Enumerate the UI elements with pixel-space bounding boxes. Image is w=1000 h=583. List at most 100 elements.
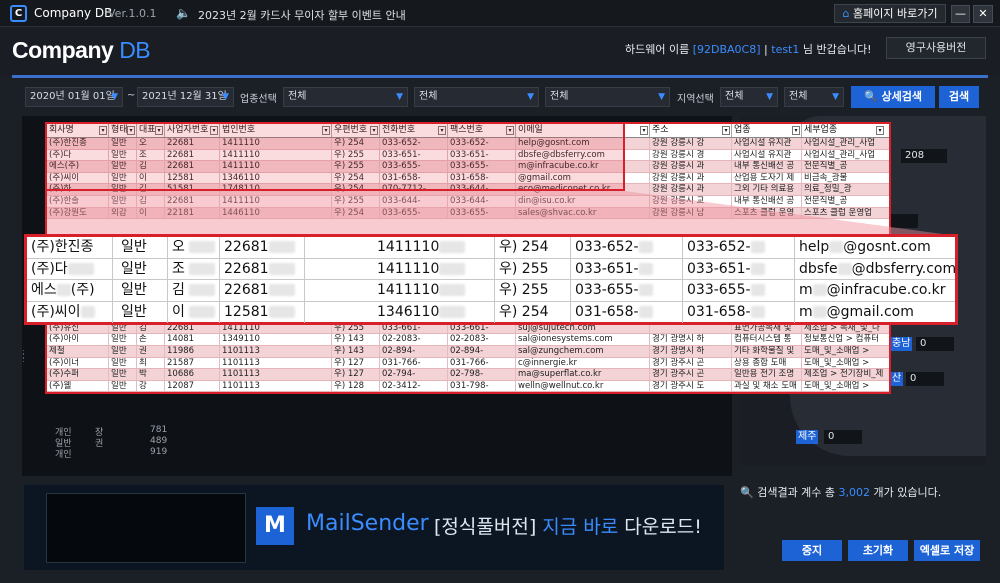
zoom-cell: 우) 255 xyxy=(495,280,571,301)
table-cell: 일반 xyxy=(109,369,137,380)
zoom-cell: 1411110 xyxy=(305,258,495,279)
zoom-cell: 033-655- xyxy=(683,280,795,301)
industry-select-2[interactable]: 전체 ▼ xyxy=(414,87,539,107)
table-cell: 경기 광주시 곤 xyxy=(650,369,732,380)
region-tag-busan[interactable]: 산 xyxy=(890,372,904,386)
table-row[interactable]: 제철 일반 권 11986 1101113 우) 143 02-894- 02-894- sal… xyxy=(47,345,889,358)
table-cell: ma@superflat.co.kr xyxy=(516,369,650,380)
table-cell: 사업시설_관리_사업 xyxy=(804,138,876,148)
zoom-cell: m @gmail.com xyxy=(799,303,914,320)
zoom-cell: 22681 xyxy=(220,280,305,301)
table-cell: 02-2083- xyxy=(448,334,516,345)
mailsender-logo-icon: M xyxy=(256,507,294,545)
industry-select-1[interactable]: 전체 ▼ xyxy=(283,87,408,107)
chevron-down-icon: ▼ xyxy=(766,92,773,102)
region-count: 208 xyxy=(901,149,947,163)
banner-cta: [정식풀버전] 지금 바로 다운로드! xyxy=(434,516,702,538)
region-select-2[interactable]: 전체 ▼ xyxy=(784,87,844,107)
home-button[interactable]: ⌂ 홈페이지 바로가기 xyxy=(834,4,946,23)
grid-resize-handle[interactable]: ::: xyxy=(22,348,28,364)
zoom-cell: 일반 xyxy=(113,280,168,301)
zoom-row[interactable]: (주)한진종 일반 오 22681 1411110 우) 254 033-652… xyxy=(27,237,955,259)
table-cell: 도매_및_소매업 > xyxy=(804,380,870,391)
table-cell: 전문직별_공 xyxy=(804,195,848,206)
table-cell: 우) 127 xyxy=(332,369,380,380)
column-header[interactable]: 주소 ▾ xyxy=(650,124,732,137)
minimize-button[interactable]: — xyxy=(951,5,970,23)
table-cell: 1349110 xyxy=(220,334,332,345)
export-excel-button[interactable]: 엑셀로 저장 xyxy=(914,540,980,561)
selection-highlight xyxy=(45,122,625,191)
table-cell: 1101113 xyxy=(220,357,332,369)
zoom-cell: 우) 254 xyxy=(495,301,571,323)
detail-search-button[interactable]: 🔍 상세검색 xyxy=(851,86,935,108)
mailsender-banner[interactable]: M MailSender [정식풀버전] 지금 바로 다운로드! xyxy=(24,485,724,570)
zoom-cell: 우) 254 xyxy=(495,237,571,258)
chevron-down-icon: ▼ xyxy=(111,92,118,102)
table-cell: 손 xyxy=(137,334,165,345)
zoom-cell: 일반 xyxy=(113,237,168,258)
zoom-cell: 조 xyxy=(168,258,220,279)
table-row[interactable]: (주)웰 일반 강 12087 1101113 우) 128 02-3412- 031-798… xyxy=(47,380,889,393)
table-cell: 그외 기타 의료용 xyxy=(732,184,802,195)
table-cell: 강원 강릉시 과 xyxy=(650,161,732,172)
zoom-cell: 김 xyxy=(168,280,220,301)
region-count: 0 xyxy=(824,430,862,444)
close-button[interactable]: ✕ xyxy=(973,5,993,23)
date-to-picker[interactable]: 2021년 12월 31일 ▼ xyxy=(137,87,234,107)
table-cell: 강원 강릉시 강 xyxy=(650,138,732,149)
table-cell: 02-894- xyxy=(380,345,448,357)
title-bar: C Company DB Ver.1.0.1 🔈 2023년 2월 카드사 무이… xyxy=(0,0,1000,27)
table-cell: 권 xyxy=(137,345,165,357)
table-cell: 02-3412- xyxy=(380,380,448,392)
table-cell: 의료_정밀_광 xyxy=(804,184,852,195)
zoom-cell: 우) 255 xyxy=(495,258,571,279)
table-cell: (주)웰 xyxy=(47,380,109,392)
industry-label: 업종선택 xyxy=(240,94,277,105)
header-divider xyxy=(12,75,988,78)
column-header[interactable]: 세부업종 ▾ xyxy=(802,124,885,137)
region-tag-chungnam[interactable]: 충남 xyxy=(890,337,913,351)
license-button[interactable]: 영구사용버전 xyxy=(886,37,986,59)
notice-text[interactable]: 2023년 2월 카드사 무이자 할부 이벤트 안내 xyxy=(198,7,406,23)
header: Company DB 하드웨어 이름 [92DBA0C8] | test1 님 … xyxy=(0,28,1000,76)
table-cell: 도매_및_소매업 > xyxy=(804,345,870,356)
speaker-icon: 🔈 xyxy=(176,6,191,20)
zoom-cell: 1411110 xyxy=(305,280,495,301)
table-row[interactable]: (주)수퍼 일반 박 10686 1101113 우) 127 02-794- 02-798-… xyxy=(47,369,889,381)
table-cell: 02-2083- xyxy=(380,334,448,345)
table-cell: 1101113 xyxy=(220,345,332,357)
table-cell: 일반 xyxy=(109,345,137,357)
zoom-row[interactable]: 에스 (주) 일반 김 22681 1411110 우) 255 033-655-… xyxy=(27,280,955,302)
company-db-logo: Company DB xyxy=(12,37,151,63)
table-row[interactable]: (주)아이 일반 손 14081 1349110 우) 143 02-2083- 02-208… xyxy=(47,334,889,346)
zoom-cell: (주)다 xyxy=(27,258,113,279)
table-cell: 사업시설 유지관 xyxy=(732,149,802,161)
table-cell: 11986 xyxy=(165,345,220,357)
table-cell: 12087 xyxy=(165,380,220,392)
table-row[interactable]: (주)이너 일반 최 21587 1101113 우) 127 031-766- 031-76… xyxy=(47,357,889,370)
table-row: 개인 919 xyxy=(55,447,168,460)
industry-select-3[interactable]: 전체 ▼ xyxy=(545,87,670,107)
table-cell: 도매_및_소매업 > xyxy=(804,357,870,368)
region-tag-jeju[interactable]: 제주 xyxy=(796,430,819,444)
chevron-down-icon: ▼ xyxy=(658,92,665,102)
table-cell: c@innergie.kr xyxy=(516,357,650,369)
table-cell: 경기 광명시 하 xyxy=(650,345,732,357)
table-cell: 과실 및 채소 도매 xyxy=(732,380,802,392)
table-cell: 02-798- xyxy=(448,369,516,380)
date-from-picker[interactable]: 2020년 01월 01일 ▼ xyxy=(25,87,123,107)
search-button[interactable]: 검색 xyxy=(939,86,979,108)
table-cell: 강원 강릉시 과 xyxy=(650,184,732,195)
reset-button[interactable]: 초기화 xyxy=(848,540,908,561)
region-select-1[interactable]: 전체 ▼ xyxy=(720,87,778,107)
table-cell: 일반 xyxy=(109,380,137,392)
home-icon: ⌂ xyxy=(842,7,850,20)
zoom-cell: 031-658- xyxy=(571,301,683,323)
zoom-row[interactable]: (주)씨이 일반 이 12581 1346110 우) 254 031-658-… xyxy=(27,301,955,323)
table-cell: 경기 광명시 하 xyxy=(650,334,732,345)
column-header[interactable]: 업종 ▾ xyxy=(732,124,802,137)
stop-button[interactable]: 중지 xyxy=(782,540,842,561)
zoom-row[interactable]: (주)다 일반 조 22681 1411110 우) 255 033-651- … xyxy=(27,258,955,280)
table-cell: 031-766- xyxy=(448,357,516,369)
